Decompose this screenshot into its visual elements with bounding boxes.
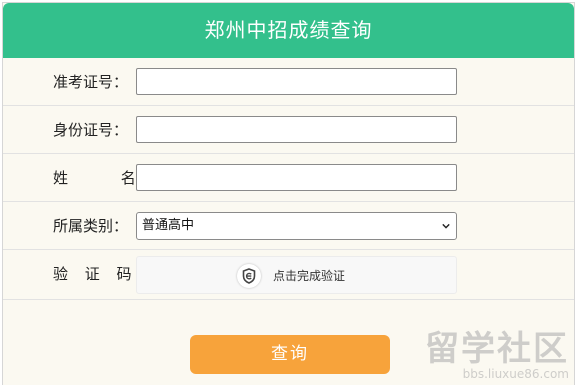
watermark-logo-text: 留学社区 bbox=[425, 329, 569, 369]
watermark: 留学社区 bbs.liuxue86.com bbox=[425, 331, 569, 381]
captcha-widget[interactable]: 点击完成验证 bbox=[136, 256, 457, 294]
exam-id-row: 准考证号： bbox=[3, 58, 574, 106]
query-button[interactable]: 查询 bbox=[190, 335, 390, 374]
exam-id-input[interactable] bbox=[136, 68, 457, 95]
captcha-row: 验 证 码： 点击完成验证 bbox=[3, 250, 574, 300]
category-row: 所属类别： 普通高中 bbox=[3, 202, 574, 250]
id-card-label: 身份证号： bbox=[53, 121, 129, 139]
category-label: 所属类别： bbox=[53, 217, 129, 235]
exam-id-label: 准考证号： bbox=[53, 73, 129, 91]
captcha-prompt: 点击完成验证 bbox=[273, 269, 346, 283]
category-select[interactable]: 普通高中 bbox=[136, 212, 457, 240]
score-query-card: 郑州中招成绩查询 准考证号： 身份证号： 姓 名： 所属类别： 普通高中 验 证… bbox=[2, 2, 575, 385]
category-selected-value: 普通高中 bbox=[142, 218, 195, 233]
shield-check-icon bbox=[237, 264, 261, 288]
chevron-down-icon bbox=[442, 223, 450, 229]
id-card-input[interactable] bbox=[136, 116, 457, 143]
page-title: 郑州中招成绩查询 bbox=[3, 3, 574, 58]
name-input[interactable] bbox=[136, 164, 457, 191]
id-card-row: 身份证号： bbox=[3, 106, 574, 154]
watermark-url: bbs.liuxue86.com bbox=[462, 367, 569, 381]
name-row: 姓 名： bbox=[3, 154, 574, 202]
